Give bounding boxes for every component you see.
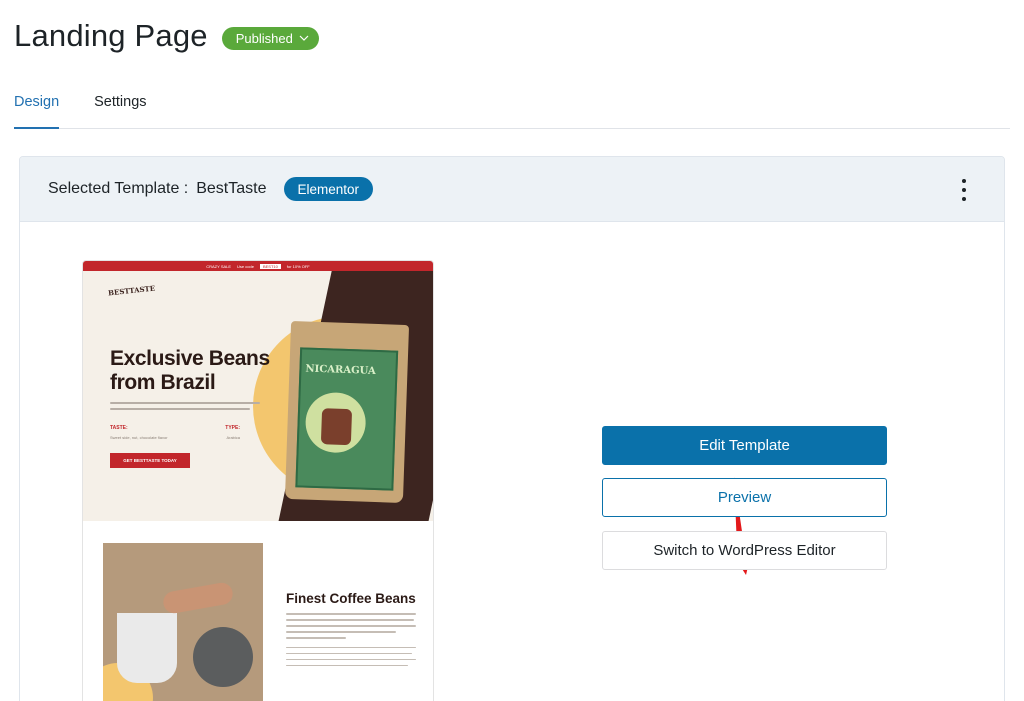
preview-topbar-suffix: for 10% OFF [286, 263, 310, 269]
preview-coffee-bag: NICARAGUA [284, 320, 410, 504]
tab-design[interactable]: Design [14, 80, 60, 129]
preview-hero-text [110, 402, 260, 414]
page-header: Landing Page Published [14, 14, 319, 58]
preview-cta-button: GET BESTTASTE TODAY [110, 453, 190, 468]
preview-topbar-text: CRAZY SALE [206, 263, 232, 269]
tab-bar: Design Settings [14, 80, 1010, 129]
preview-section-title: Finest Coffee Beans [286, 591, 416, 606]
template-name: BestTaste [196, 180, 267, 197]
preview-hero-title: Exclusive Beans from Brazil [110, 347, 270, 394]
page-title: Landing Page [14, 18, 208, 53]
preview-hero: BESTTASTE Exclusive Beans from Brazil TA… [83, 271, 433, 521]
preview-section-2: Finest Coffee Beans [83, 521, 433, 701]
selected-template-label: Selected Template : [48, 180, 189, 197]
preview-topbar-code: BEST10 [259, 263, 281, 269]
preview-taste-label: TASTE: [110, 425, 128, 431]
status-dropdown[interactable]: Published [221, 26, 319, 50]
edit-template-button[interactable]: Edit Template [602, 426, 887, 465]
more-vertical-icon[interactable] [954, 179, 974, 201]
preview-type-value: Arabica [226, 435, 240, 440]
preview-type-label: TYPE: [225, 425, 240, 431]
preview-topbar-promo: Use code [237, 263, 254, 269]
preview-meta-values: Sweet side, nut, chocolate flavor Arabic… [110, 435, 240, 440]
preview-taste-value: Sweet side, nut, chocolate flavor [110, 435, 168, 440]
preview-section-text [286, 613, 416, 671]
chevron-down-icon [299, 35, 309, 41]
template-card: Selected Template : BestTaste Elementor … [19, 156, 1005, 701]
status-label: Published [235, 30, 293, 46]
preview-topbar: CRAZY SALE Use code BEST10 for 10% OFF [83, 261, 433, 271]
template-preview-thumbnail[interactable]: CRAZY SALE Use code BEST10 for 10% OFF B… [82, 260, 434, 701]
preview-logo: BESTTASTE [107, 283, 156, 298]
preview-coffee-photo [103, 543, 263, 701]
switch-editor-button[interactable]: Switch to WordPress Editor [602, 531, 887, 570]
tab-settings[interactable]: Settings [94, 80, 146, 129]
template-card-header: Selected Template : BestTaste Elementor [20, 157, 1004, 222]
preview-button[interactable]: Preview [602, 478, 887, 517]
builder-badge: Elementor [283, 177, 374, 201]
preview-meta-labels: TASTE: TYPE: [110, 425, 240, 431]
